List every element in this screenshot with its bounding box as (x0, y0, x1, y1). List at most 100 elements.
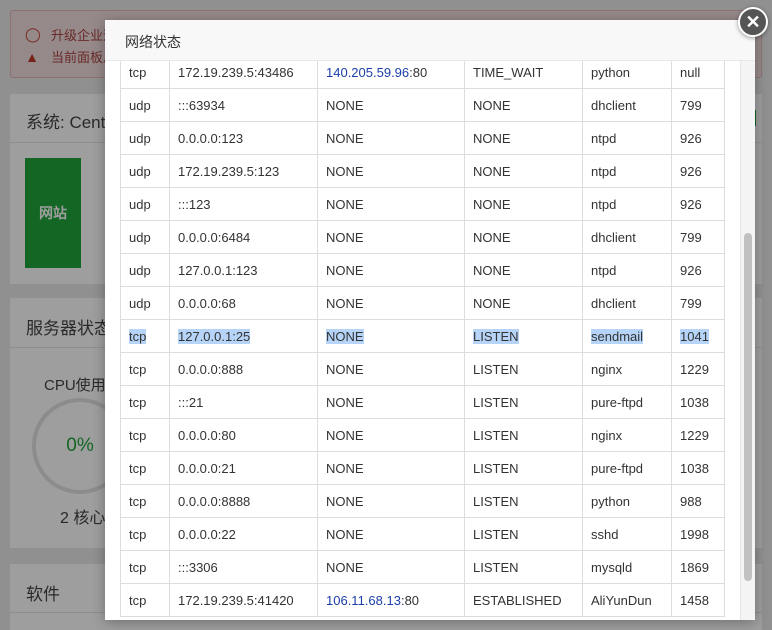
local-address-cell: 0.0.0.0:80 (169, 418, 318, 452)
local-address-cell: :::63934 (169, 88, 318, 122)
process-cell: ntpd (582, 121, 672, 155)
table-row[interactable]: tcp:::21 NONE LISTEN pure-ftpd 1038 (120, 385, 725, 419)
pid-cell: null (671, 61, 725, 89)
local-address-cell: 0.0.0.0:123 (169, 121, 318, 155)
connections-table: tcp 172.19.239.5:43486 140.205.59.96:80 TIM… (120, 61, 725, 617)
process-cell: mysqld (582, 550, 672, 584)
state-cell: NONE (464, 121, 583, 155)
state-cell: LISTEN (464, 550, 583, 584)
process-cell: ntpd (582, 154, 672, 188)
process-cell: pure-ftpd (582, 385, 672, 419)
process-cell: ntpd (582, 187, 672, 221)
pid-cell: 799 (671, 88, 725, 122)
pid-cell: 799 (671, 220, 725, 254)
pid-cell: 1041 (671, 319, 725, 353)
process-cell: nginx (582, 352, 672, 386)
remote-address-cell: NONE (317, 550, 465, 584)
table-row[interactable]: tcp 0.0.0.0:888 NONE LISTEN nginx 1229 (120, 352, 725, 386)
pid-cell: 799 (671, 286, 725, 320)
pid-cell: 1998 (671, 517, 725, 551)
table-row[interactable]: tcp 0.0.0.0:80 NONE LISTEN nginx 1229 (120, 418, 725, 452)
process-cell: AliYunDun (582, 583, 672, 617)
table-row[interactable]: tcp:::3306 NONE LISTEN mysqld 1869 (120, 550, 725, 584)
remote-address-cell: NONE (317, 121, 465, 155)
protocol-cell: tcp (120, 484, 170, 518)
scrollbar-thumb[interactable] (744, 233, 752, 581)
remote-address-cell: NONE (317, 88, 465, 122)
close-icon[interactable]: ✕ (738, 7, 768, 37)
state-cell: LISTEN (464, 451, 583, 485)
local-address-cell: 127.0.0.1:25 (169, 319, 318, 353)
local-address-cell: 0.0.0.0:6484 (169, 220, 318, 254)
table-row[interactable]: udp:::63934 NONE NONE dhclient 799 (120, 88, 725, 122)
protocol-cell: udp (120, 154, 170, 188)
state-cell: NONE (464, 253, 583, 287)
table-row[interactable]: tcp 172.19.239.5:43486 140.205.59.96:80 TIM… (120, 61, 725, 89)
dialog-header: 网络状态 (105, 20, 755, 61)
process-cell: python (582, 484, 672, 518)
process-cell: dhclient (582, 286, 672, 320)
protocol-cell: udp (120, 220, 170, 254)
remote-address-cell: NONE (317, 286, 465, 320)
remote-address-cell: 106.11.68.13:80 (317, 583, 465, 617)
protocol-cell: tcp (120, 451, 170, 485)
process-cell: python (582, 61, 672, 89)
remote-address-cell: NONE (317, 253, 465, 287)
table-row[interactable]: udp:::123 NONE NONE ntpd 926 (120, 187, 725, 221)
local-address-cell: 172.19.239.5:43486 (169, 61, 318, 89)
table-row[interactable]: tcp 127.0.0.1:25 NONE LISTEN sendmail 1041 (120, 319, 725, 353)
table-row[interactable]: tcp 172.19.239.5:41420 106.11.68.13:80 ESTA… (120, 583, 725, 617)
pid-cell: 1038 (671, 451, 725, 485)
network-status-dialog: 网络状态 tcp 172.19.239.5:43486 140.205.59.96:… (105, 20, 755, 620)
local-address-cell: 0.0.0.0:8888 (169, 484, 318, 518)
table-row[interactable]: udp 0.0.0.0:6484 NONE NONE dhclient 799 (120, 220, 725, 254)
remote-address-cell: NONE (317, 352, 465, 386)
remote-ip-link[interactable]: 140.205.59.96 (326, 65, 409, 80)
table-row[interactable]: udp 127.0.0.1:123 NONE NONE ntpd 926 (120, 253, 725, 287)
state-cell: NONE (464, 88, 583, 122)
pid-cell: 988 (671, 484, 725, 518)
table-row[interactable]: udp 172.19.239.5:123 NONE NONE ntpd 926 (120, 154, 725, 188)
local-address-cell: 0.0.0.0:21 (169, 451, 318, 485)
local-address-cell: 172.19.239.5:41420 (169, 583, 318, 617)
scrollbar[interactable] (740, 61, 755, 620)
local-address-cell: :::3306 (169, 550, 318, 584)
local-address-cell: :::21 (169, 385, 318, 419)
pid-cell: 1229 (671, 418, 725, 452)
local-address-cell: 0.0.0.0:68 (169, 286, 318, 320)
protocol-cell: udp (120, 88, 170, 122)
remote-address-cell: NONE (317, 154, 465, 188)
protocol-cell: udp (120, 286, 170, 320)
remote-address-cell: NONE (317, 418, 465, 452)
state-cell: NONE (464, 187, 583, 221)
state-cell: LISTEN (464, 517, 583, 551)
table-row[interactable]: udp 0.0.0.0:68 NONE NONE dhclient 799 (120, 286, 725, 320)
table-row[interactable]: tcp 0.0.0.0:8888 NONE LISTEN python 988 (120, 484, 725, 518)
remote-ip-link[interactable]: 106.11.68.13 (326, 593, 401, 608)
protocol-cell: tcp (120, 385, 170, 419)
remote-address-cell: NONE (317, 319, 465, 353)
remote-address-cell: NONE (317, 451, 465, 485)
pid-cell: 1229 (671, 352, 725, 386)
remote-address-cell: NONE (317, 484, 465, 518)
table-row[interactable]: tcp 0.0.0.0:22 NONE LISTEN sshd 1998 (120, 517, 725, 551)
local-address-cell: :::123 (169, 187, 318, 221)
local-address-cell: 172.19.239.5:123 (169, 154, 318, 188)
state-cell: NONE (464, 220, 583, 254)
state-cell: LISTEN (464, 319, 583, 353)
local-address-cell: 0.0.0.0:22 (169, 517, 318, 551)
pid-cell: 1458 (671, 583, 725, 617)
process-cell: sshd (582, 517, 672, 551)
pid-cell: 926 (671, 154, 725, 188)
state-cell: LISTEN (464, 484, 583, 518)
protocol-cell: tcp (120, 319, 170, 353)
table-row[interactable]: tcp 0.0.0.0:21 NONE LISTEN pure-ftpd 1038 (120, 451, 725, 485)
table-row[interactable]: udp 0.0.0.0:123 NONE NONE ntpd 926 (120, 121, 725, 155)
protocol-cell: udp (120, 121, 170, 155)
state-cell: NONE (464, 154, 583, 188)
dialog-title: 网络状态 (125, 34, 181, 50)
local-address-cell: 127.0.0.1:123 (169, 253, 318, 287)
protocol-cell: tcp (120, 583, 170, 617)
state-cell: LISTEN (464, 352, 583, 386)
state-cell: ESTABLISHED (464, 583, 583, 617)
